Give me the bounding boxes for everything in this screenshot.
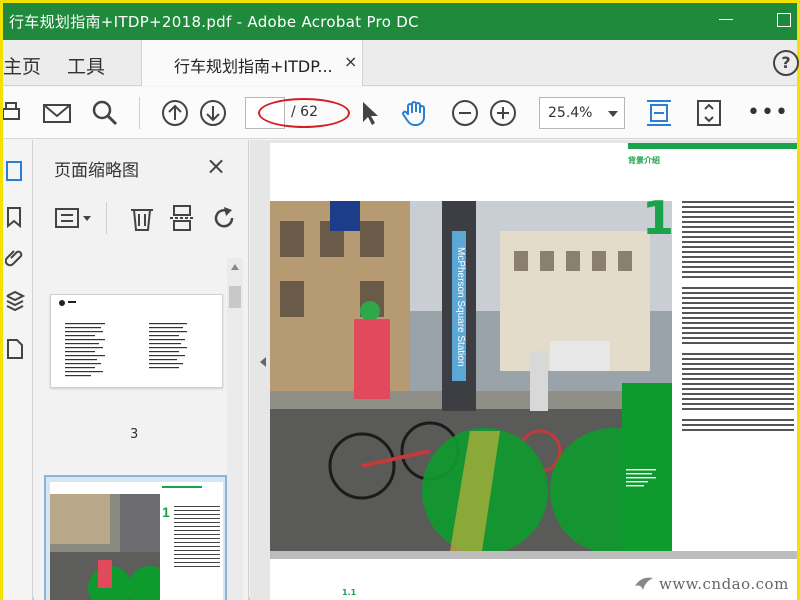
tools-menu[interactable]: 工具: [67, 52, 105, 79]
layers-icon[interactable]: [5, 290, 26, 312]
street-photo: McPherson Square Station: [270, 201, 672, 551]
zoom-value: 25.4%: [548, 105, 593, 121]
highlight-ellipse: [258, 98, 350, 128]
attachment-icon[interactable]: [4, 246, 25, 268]
search-icon[interactable]: [91, 99, 119, 127]
panel-toolbar: [34, 194, 249, 242]
thumbnails-rail-icon[interactable]: [5, 160, 25, 182]
document-tab[interactable]: 行车规划指南+ITDP... ×: [141, 40, 363, 86]
zoom-select[interactable]: 25.4%: [539, 97, 625, 129]
zoom-out-icon[interactable]: [451, 99, 479, 127]
print-icon[interactable]: [2, 99, 31, 127]
maximize-button[interactable]: [773, 9, 795, 31]
site-watermark: www.cndao.com: [659, 575, 789, 593]
chapter-number: 1: [642, 191, 675, 245]
street-sign-text: McPherson Square Station: [455, 247, 466, 367]
toolbar-separator: [139, 97, 140, 129]
page-thumbnail[interactable]: [50, 294, 223, 388]
title-bar: 行车规划指南+ITDP+2018.pdf - Adobe Acrobat Pro…: [3, 3, 797, 40]
thumbnail-options-icon[interactable]: [54, 204, 94, 232]
header-accent-bar: [628, 143, 797, 149]
mail-icon[interactable]: [43, 99, 71, 127]
prev-page-icon[interactable]: [161, 99, 189, 127]
window-title: 行车规划指南+ITDP+2018.pdf - Adobe Acrobat Pro…: [9, 13, 419, 31]
page-icon[interactable]: [5, 338, 25, 360]
menu-bar: 主页 工具 行车规划指南+ITDP... × ?: [3, 40, 799, 86]
select-cursor-icon[interactable]: [357, 99, 385, 127]
pdf-page: 背景介绍 McPherson Square Station 1 1.1: [270, 143, 797, 600]
watermark-logo-icon: [633, 574, 655, 592]
collapse-panel-icon[interactable]: [260, 357, 266, 367]
more-options-icon[interactable]: •••: [747, 100, 789, 125]
scroll-up-icon[interactable]: [231, 264, 239, 270]
tab-close-button[interactable]: ×: [344, 52, 357, 71]
panel-close-button[interactable]: ×: [206, 152, 226, 180]
page-divider-strip: [270, 551, 797, 559]
fit-width-icon[interactable]: [645, 99, 673, 127]
page-thumbnail-selected[interactable]: 1: [50, 482, 223, 600]
body-text-column: [682, 201, 794, 434]
panel-title: 页面缩略图: [54, 161, 139, 181]
section-tag: 背景介绍: [628, 156, 660, 165]
help-icon[interactable]: ?: [773, 50, 799, 76]
panel-separator: [106, 202, 107, 234]
thumbnail-scrollbar[interactable]: [227, 258, 243, 600]
minimize-button[interactable]: [715, 9, 737, 31]
page-thumbnails-panel: 页面缩略图 × 3 1: [34, 140, 249, 600]
chevron-down-icon: [608, 111, 618, 117]
toolbar: / 62 25.4% •••: [2, 87, 797, 139]
hand-tool-icon[interactable]: [401, 99, 429, 127]
zoom-in-icon[interactable]: [489, 99, 517, 127]
rotate-icon[interactable]: [210, 204, 238, 232]
svg-text:1: 1: [162, 504, 170, 520]
bookmark-icon[interactable]: [5, 206, 25, 229]
document-view[interactable]: 背景介绍 McPherson Square Station 1 1.1: [250, 140, 797, 600]
next-page-icon[interactable]: [199, 99, 227, 127]
scroll-thumb[interactable]: [229, 286, 241, 308]
delete-icon[interactable]: [128, 204, 156, 232]
left-icon-rail: [3, 140, 33, 600]
section-number: 1.1: [342, 588, 357, 597]
extract-page-icon[interactable]: [168, 204, 196, 232]
thumbnail-page-label: 3: [130, 427, 139, 442]
fit-page-icon[interactable]: [695, 99, 723, 127]
tab-label: 行车规划指南+ITDP...: [174, 57, 333, 76]
home-menu[interactable]: 主页: [3, 52, 41, 79]
